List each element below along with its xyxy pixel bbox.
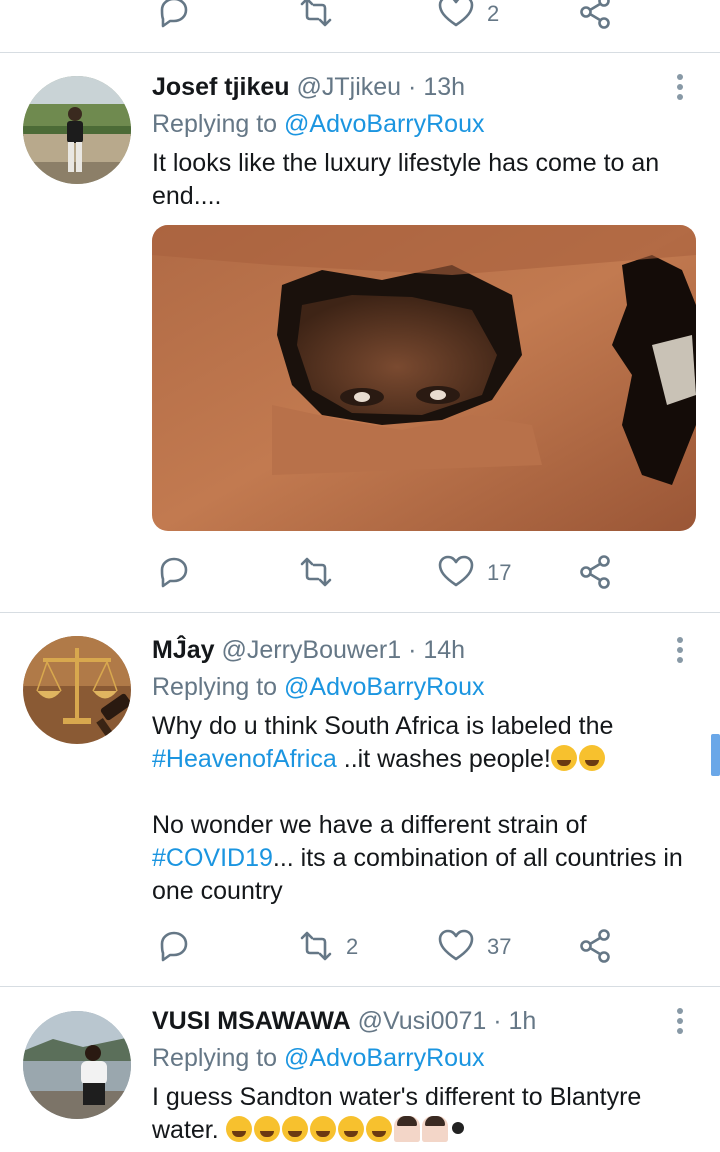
display-name[interactable]: VUSI MSAWAWA (152, 1007, 351, 1035)
thinking-emoji-icon (225, 1116, 252, 1142)
reply-icon[interactable] (154, 0, 194, 32)
reply-icon[interactable] (154, 552, 194, 592)
tweet-text-fragment: water. (152, 1116, 219, 1144)
tweet-text: I guess Sandton water's different to Bla… (152, 1081, 692, 1147)
mention-link[interactable]: @AdvoBarryRoux (284, 673, 484, 701)
tweet-text-line: I guess Sandton water's different to Bla… (152, 1083, 642, 1111)
user-handle[interactable]: @Vusi0071 (358, 1007, 487, 1035)
divider (0, 52, 720, 53)
rofl-emoji-icon (365, 1116, 392, 1142)
tweet-text-fragment: ..it washes people! (336, 745, 551, 773)
tweet-text: It looks like the luxury lifestyle has c… (152, 147, 692, 213)
heart-icon[interactable] (436, 926, 476, 966)
tweet-header: VUSI MSAWAWA @Vusi0071 · 1h (152, 1005, 536, 1037)
more-options-icon[interactable] (666, 1006, 694, 1036)
separator-dot: · (408, 73, 417, 101)
user-handle[interactable]: @JTjikeu (297, 73, 402, 101)
retweet-icon[interactable] (296, 0, 336, 32)
mention-link[interactable]: @AdvoBarryRoux (284, 110, 484, 138)
avatar[interactable] (23, 636, 131, 744)
rofl-emoji-icon (337, 1116, 364, 1142)
retweet-icon[interactable] (296, 552, 336, 592)
replying-prefix: Replying to (152, 110, 285, 138)
heart-exclamation-icon (450, 1116, 468, 1142)
hashtag-link[interactable]: #HeavenofAfrica (152, 745, 337, 773)
tweet-text-fragment: ... its a combination of all countries i… (272, 844, 683, 872)
like-count: 2 (487, 1, 500, 26)
separator-dot: · (408, 636, 417, 664)
tweet-text-line: #COVID19... its a combination of all cou… (152, 842, 692, 875)
avatar[interactable] (23, 1011, 131, 1119)
timestamp[interactable]: 14h (423, 636, 465, 664)
avatar[interactable] (23, 76, 131, 184)
separator-dot: · (493, 1007, 502, 1035)
scrollbar-thumb[interactable] (711, 734, 720, 776)
tweet-text-line: end.... (152, 182, 222, 210)
tweet-text-line: It looks like the luxury lifestyle has c… (152, 149, 660, 177)
tweet-text-line: Why do u think South Africa is labeled t… (152, 712, 614, 740)
mention-link[interactable]: @AdvoBarryRoux (284, 1044, 484, 1072)
person-shrugging-icon (393, 1116, 420, 1142)
timestamp[interactable]: 1h (509, 1007, 537, 1035)
heart-icon[interactable] (436, 0, 476, 32)
retweet-count: 2 (346, 934, 359, 959)
replying-to: Replying to @AdvoBarryRoux (152, 1042, 484, 1074)
rofl-emoji-icon (550, 745, 577, 771)
person-shrugging-icon (421, 1116, 448, 1142)
replying-prefix: Replying to (152, 673, 285, 701)
replying-to: Replying to @AdvoBarryRoux (152, 108, 484, 140)
like-count: 37 (487, 934, 512, 959)
user-handle[interactable]: @JerryBouwer1 (222, 636, 402, 664)
rofl-emoji-icon (309, 1116, 336, 1142)
tweet-header: Josef tjikeu @JTjikeu · 13h (152, 71, 465, 103)
heart-icon[interactable] (436, 552, 476, 592)
tweet-text-line: water. (152, 1114, 692, 1147)
reply-icon[interactable] (154, 926, 194, 966)
divider (0, 612, 720, 613)
tweet-text-line: No wonder we have a different strain of (152, 811, 587, 839)
divider (0, 986, 720, 987)
like-count: 17 (487, 560, 512, 585)
tweet-text: Why do u think South Africa is labeled t… (152, 710, 692, 908)
more-options-icon[interactable] (666, 72, 694, 102)
more-options-icon[interactable] (666, 635, 694, 665)
timestamp[interactable]: 13h (423, 73, 465, 101)
laughing-emoji-icon (578, 745, 605, 771)
replying-prefix: Replying to (152, 1044, 285, 1072)
share-icon[interactable] (576, 926, 616, 966)
thinking-emoji-icon (281, 1116, 308, 1142)
hashtag-link[interactable]: #COVID19 (152, 844, 273, 872)
display-name[interactable]: Josef tjikeu (152, 73, 290, 101)
share-icon[interactable] (576, 552, 616, 592)
replying-to: Replying to @AdvoBarryRoux (152, 671, 484, 703)
thinking-emoji-icon (253, 1116, 280, 1142)
tweet-image[interactable] (152, 225, 696, 531)
display-name[interactable]: MĴay (152, 636, 215, 664)
tweet-text-line: #HeavenofAfrica ..it washes people! (152, 743, 692, 776)
retweet-icon[interactable] (296, 926, 336, 966)
tweet-text-line: one country (152, 877, 283, 905)
tweet-header: MĴay @JerryBouwer1 · 14h (152, 634, 465, 666)
share-icon[interactable] (576, 0, 616, 32)
